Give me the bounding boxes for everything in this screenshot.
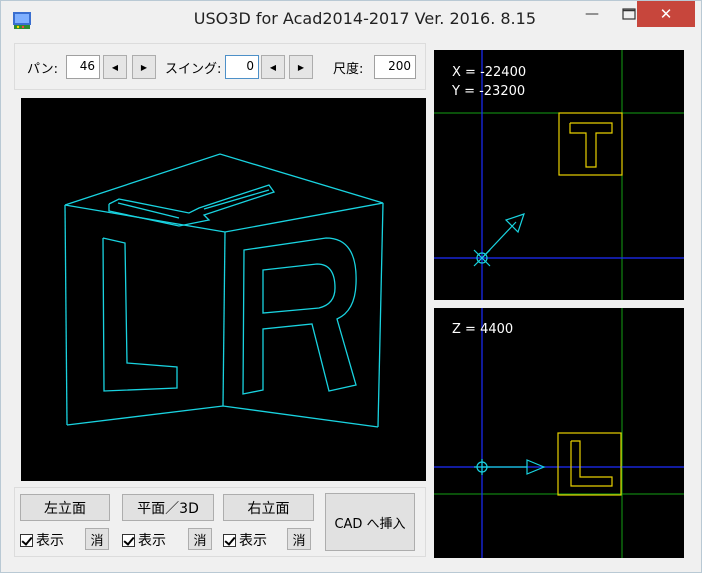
plan-delete-button[interactable]: 消 [188,528,212,550]
window-title-text: USO3D for Acad2014-2017 Ver. 2016. 8.15 [193,9,536,28]
window-title: USO3D for Acad2014-2017 Ver. 2016. 8.15 [1,9,621,28]
right-arrow-icon: ▶ [140,62,148,72]
swing-decrement-button[interactable]: ◀ [261,55,285,79]
checkbox-checked-icon [223,533,236,547]
view-control-panel: パン: 46 ◀ ▶ スイング: 0 ◀ ▶ 尺度: 200 [14,43,426,90]
view-button-panel: 左立面 平面／3D 右立面 表示 消 表示 消 表示 消 CAD へ挿入 [14,487,426,557]
z-coordinate: Z = 4400 [452,322,514,337]
swing-label: スイング: [165,62,222,77]
swing-increment-button[interactable]: ▶ [289,55,313,79]
close-button[interactable]: ✕ [637,1,695,27]
plan-show-checkbox[interactable]: 表示 [122,532,166,549]
right-show-label: 表示 [239,533,267,549]
close-icon: ✕ [659,5,673,23]
maximize-icon [622,8,636,20]
pan-input[interactable]: 46 [66,55,100,79]
pan-decrement-button[interactable]: ◀ [103,55,127,79]
y-coordinate: Y = -23200 [452,84,526,99]
scale-label: 尺度: [333,62,364,77]
left-arrow-icon: ◀ [111,62,119,72]
right-arrow-icon: ▶ [297,62,305,72]
plan-show-label: 表示 [138,533,166,549]
left-delete-button[interactable]: 消 [85,528,109,550]
pan-label: パン: [27,62,59,77]
minimize-icon: — [585,6,599,22]
insert-to-cad-button[interactable]: CAD へ挿入 [325,493,415,551]
main-3d-viewport[interactable] [21,98,426,481]
front-view-panel[interactable]: Z = 4400 [434,308,684,558]
left-arrow-icon: ◀ [269,62,277,72]
title-bar: USO3D for Acad2014-2017 Ver. 2016. 8.15 … [1,1,701,39]
front-view-canvas [434,308,684,558]
left-elevation-button[interactable]: 左立面 [20,494,110,521]
plan-3d-button[interactable]: 平面／3D [122,494,214,521]
left-show-label: 表示 [36,533,64,549]
left-show-checkbox[interactable]: 表示 [20,532,64,549]
checkbox-checked-icon [20,533,33,547]
swing-input[interactable]: 0 [225,55,259,79]
right-elevation-button[interactable]: 右立面 [223,494,314,521]
pan-increment-button[interactable]: ▶ [132,55,156,79]
right-show-checkbox[interactable]: 表示 [223,532,267,549]
right-delete-button[interactable]: 消 [287,528,311,550]
wireframe-cube [64,153,384,428]
checkbox-checked-icon [122,533,135,547]
app-window: USO3D for Acad2014-2017 Ver. 2016. 8.15 … [0,0,702,573]
scale-input[interactable]: 200 [374,55,416,79]
top-view-panel[interactable]: X = -22400 Y = -23200 [434,50,684,300]
x-coordinate: X = -22400 [452,65,527,80]
